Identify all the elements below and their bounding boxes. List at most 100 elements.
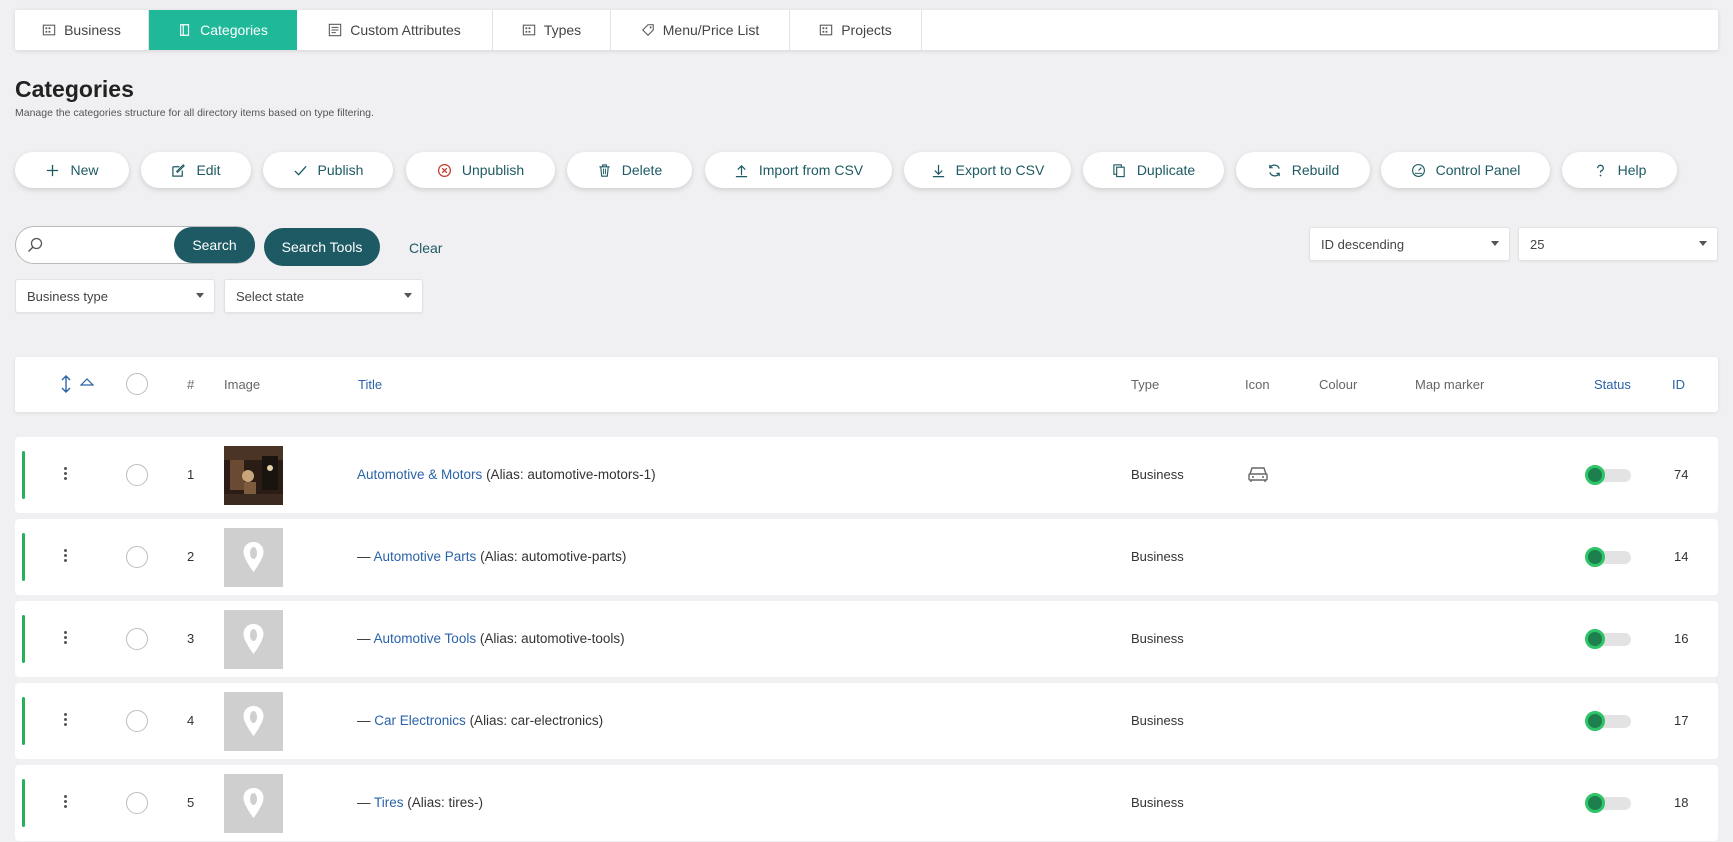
select-all-checkbox[interactable] — [126, 373, 148, 395]
row-title: — Car Electronics (Alias: car-electronic… — [357, 713, 603, 728]
category-alias: (Alias: tires-) — [407, 795, 484, 810]
import-csv-button[interactable]: Import from CSV — [705, 152, 892, 188]
tab-custom-attributes[interactable]: Custom Attributes — [297, 10, 493, 50]
column-num: # — [187, 377, 195, 392]
tag-icon — [641, 24, 654, 36]
category-link[interactable]: Tires — [374, 795, 404, 810]
tab-business[interactable]: Business — [15, 10, 149, 50]
row-indicator — [22, 779, 25, 827]
rebuild-button[interactable]: Rebuild — [1236, 152, 1370, 188]
control-panel-button[interactable]: Control Panel — [1381, 152, 1550, 188]
delete-button-label: Delete — [621, 162, 663, 178]
more-vertical-icon[interactable] — [64, 795, 68, 811]
search-button[interactable]: Search — [174, 227, 255, 263]
category-link[interactable]: Automotive Tools — [374, 631, 477, 646]
sort-icon[interactable] — [58, 375, 74, 393]
table-header: # Image Title Type Icon Colour Map marke… — [15, 357, 1718, 412]
more-vertical-icon[interactable] — [64, 713, 68, 729]
map-pin-icon — [243, 542, 264, 572]
search-tools-button[interactable]: Search Tools — [264, 228, 380, 266]
edit-button[interactable]: Edit — [141, 152, 251, 188]
ordering-select[interactable]: ID descending — [1309, 227, 1510, 261]
business-type-select[interactable]: Business type — [15, 279, 215, 313]
row-id: 14 — [1674, 549, 1689, 564]
page-title: Categories — [15, 76, 134, 102]
garage-photo-icon — [224, 446, 283, 505]
category-image — [224, 692, 283, 751]
row-checkbox[interactable] — [126, 792, 148, 814]
row-id: 74 — [1674, 467, 1689, 482]
row-title-prefix: — — [357, 713, 375, 728]
rebuild-button-label: Rebuild — [1291, 162, 1340, 178]
export-csv-button[interactable]: Export to CSV — [904, 152, 1071, 188]
row-checkbox[interactable] — [126, 464, 148, 486]
download-icon — [932, 164, 944, 177]
more-vertical-icon[interactable] — [64, 549, 68, 565]
row-number: 1 — [187, 467, 195, 482]
map-pin-icon — [243, 788, 264, 818]
category-image — [224, 446, 283, 505]
row-type: Business — [1131, 631, 1184, 646]
category-link[interactable]: Automotive Parts — [374, 549, 477, 564]
car-icon — [1248, 467, 1268, 482]
row-number: 2 — [187, 549, 195, 564]
duplicate-button[interactable]: Duplicate — [1083, 152, 1224, 188]
circle-x-icon — [437, 163, 451, 177]
column-status[interactable]: Status — [1594, 377, 1631, 392]
refresh-icon — [1268, 163, 1280, 177]
row-title: — Tires (Alias: tires-) — [357, 795, 483, 810]
check-icon — [293, 165, 307, 176]
category-alias: (Alias: car-electronics) — [469, 713, 604, 728]
more-vertical-icon[interactable] — [64, 467, 68, 483]
unpublish-button[interactable]: Unpublish — [406, 152, 555, 188]
category-link[interactable]: Automotive & Motors — [357, 467, 482, 482]
new-button[interactable]: New — [15, 152, 129, 188]
category-image — [224, 774, 283, 833]
column-map-marker: Map marker — [1415, 377, 1485, 392]
row-title: Automotive & Motors (Alias: automotive-m… — [357, 467, 656, 482]
column-id[interactable]: ID — [1672, 377, 1685, 392]
status-toggle[interactable] — [1585, 793, 1637, 813]
edit-icon — [172, 163, 186, 177]
business-type-select-value: Business type — [27, 288, 108, 304]
trash-icon — [599, 163, 610, 177]
book-icon — [180, 24, 190, 36]
copy-icon — [1113, 163, 1125, 177]
tab-menu-price-list[interactable]: Menu/Price List — [611, 10, 790, 50]
more-vertical-icon[interactable] — [64, 631, 68, 647]
delete-button[interactable]: Delete — [567, 152, 692, 188]
category-image — [224, 528, 283, 587]
help-button[interactable]: Help — [1562, 152, 1677, 188]
category-link[interactable]: Car Electronics — [374, 713, 466, 728]
status-toggle[interactable] — [1585, 629, 1637, 649]
category-image — [224, 610, 283, 669]
tab-label: Custom Attributes — [350, 22, 461, 38]
row-id: 18 — [1674, 795, 1689, 810]
state-select[interactable]: Select state — [224, 279, 423, 313]
row-checkbox[interactable] — [126, 546, 148, 568]
row-indicator — [22, 533, 25, 581]
publish-button[interactable]: Publish — [263, 152, 393, 188]
table-row: 1 Automotive & Motors (Alias: automotive… — [15, 437, 1718, 513]
column-title[interactable]: Title — [358, 377, 382, 392]
chevron-up-icon[interactable] — [80, 377, 94, 387]
map-pin-icon — [243, 624, 264, 654]
gauge-icon — [1411, 163, 1425, 177]
tab-categories[interactable]: Categories — [149, 10, 297, 50]
status-toggle[interactable] — [1585, 711, 1637, 731]
tab-label: Menu/Price List — [662, 22, 760, 38]
row-title: — Automotive Parts (Alias: automotive-pa… — [357, 549, 626, 564]
row-checkbox[interactable] — [126, 710, 148, 732]
row-number: 5 — [187, 795, 195, 810]
ordering-select-value: ID descending — [1321, 236, 1405, 252]
tab-projects[interactable]: Projects — [790, 10, 922, 50]
status-toggle[interactable] — [1585, 547, 1637, 567]
status-toggle[interactable] — [1585, 465, 1637, 485]
tab-types[interactable]: Types — [493, 10, 611, 50]
limit-select[interactable]: 25 — [1518, 227, 1718, 261]
row-type: Business — [1131, 467, 1184, 482]
row-checkbox[interactable] — [126, 628, 148, 650]
publish-button-label: Publish — [317, 162, 364, 178]
search-input[interactable] — [48, 233, 178, 257]
clear-button[interactable]: Clear — [409, 240, 442, 256]
